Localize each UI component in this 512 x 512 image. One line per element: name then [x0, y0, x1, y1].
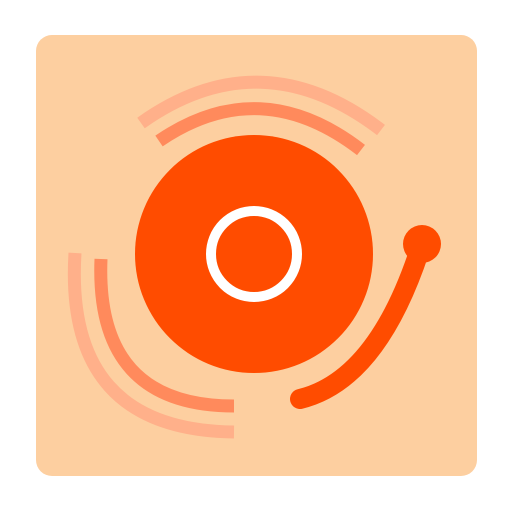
turntable-record-icon: [36, 35, 477, 476]
record-disc-icon: [135, 135, 373, 373]
tonearm-pivot-icon: [403, 225, 441, 263]
app-icon: [0, 0, 512, 512]
